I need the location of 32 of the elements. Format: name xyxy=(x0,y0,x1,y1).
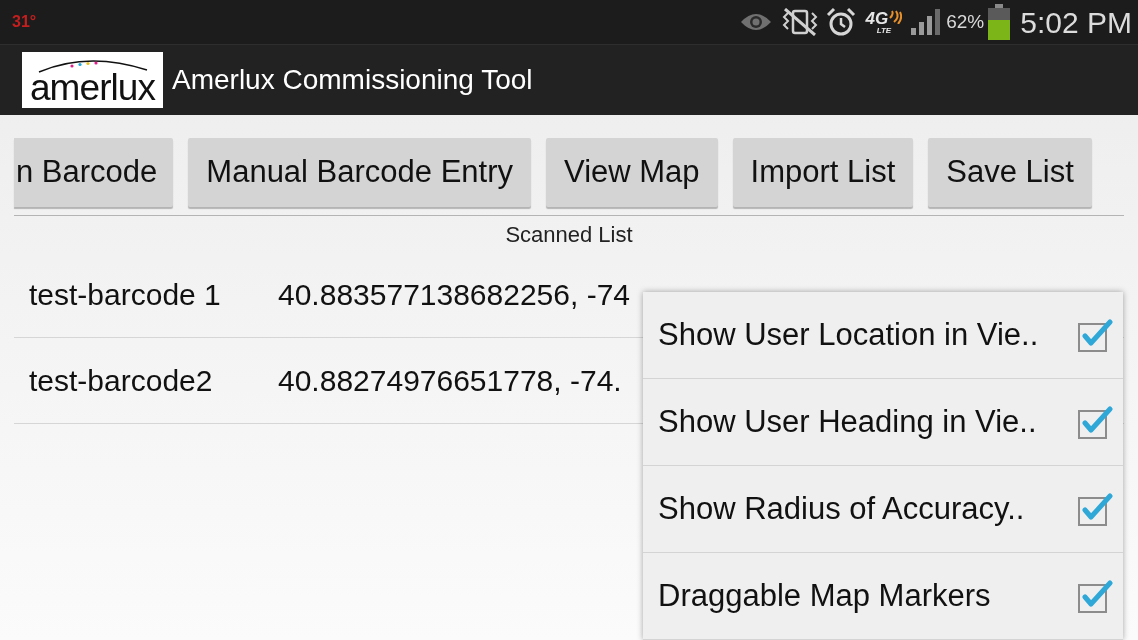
menu-item[interactable]: Show User Location in Vie.. xyxy=(643,292,1123,379)
battery-icon xyxy=(988,4,1011,40)
app-title: Amerlux Commissioning Tool xyxy=(172,63,533,97)
list-title: Scanned List xyxy=(505,220,633,249)
clock-text: 5:02 PM xyxy=(1020,4,1132,41)
checkbox[interactable] xyxy=(1077,318,1113,352)
logo-wordmark: amerlux xyxy=(29,73,156,103)
eye-icon xyxy=(739,13,772,31)
menu-item[interactable]: Draggable Map Markers xyxy=(643,553,1123,640)
checkbox[interactable] xyxy=(1077,492,1113,526)
barcode-name: test-barcode 1 xyxy=(29,277,222,313)
data-activity-icon xyxy=(888,9,903,24)
network-subtype-text: LTE xyxy=(876,26,892,35)
coordinates-text: 40.883577138682256, -74 xyxy=(278,277,630,313)
battery-percent-text: 62% xyxy=(946,9,985,34)
action-button[interactable]: Manual Barcode Entry xyxy=(188,138,532,207)
action-button[interactable]: View Map xyxy=(546,138,718,207)
temperature-text: 31° xyxy=(12,12,37,32)
checkbox[interactable] xyxy=(1077,579,1113,613)
vibrate-muted-icon xyxy=(781,8,818,36)
action-button[interactable]: n Barcode xyxy=(14,138,174,207)
checkbox[interactable] xyxy=(1077,405,1113,439)
action-button[interactable]: Save List xyxy=(928,138,1092,207)
network-type-text: 4G xyxy=(865,9,889,27)
menu-item[interactable]: Show User Heading in Vie.. xyxy=(643,379,1123,466)
barcode-name: test-barcode2 xyxy=(29,363,214,399)
signal-strength-icon xyxy=(910,9,943,35)
alarm-clock-icon xyxy=(825,7,856,37)
action-button[interactable]: Import List xyxy=(732,138,914,207)
menu-item[interactable]: Show Radius of Accuracy.. xyxy=(643,466,1123,553)
coordinates-text: 40.88274976651778, -74. xyxy=(278,363,622,399)
logo-arc-icon xyxy=(37,57,148,73)
